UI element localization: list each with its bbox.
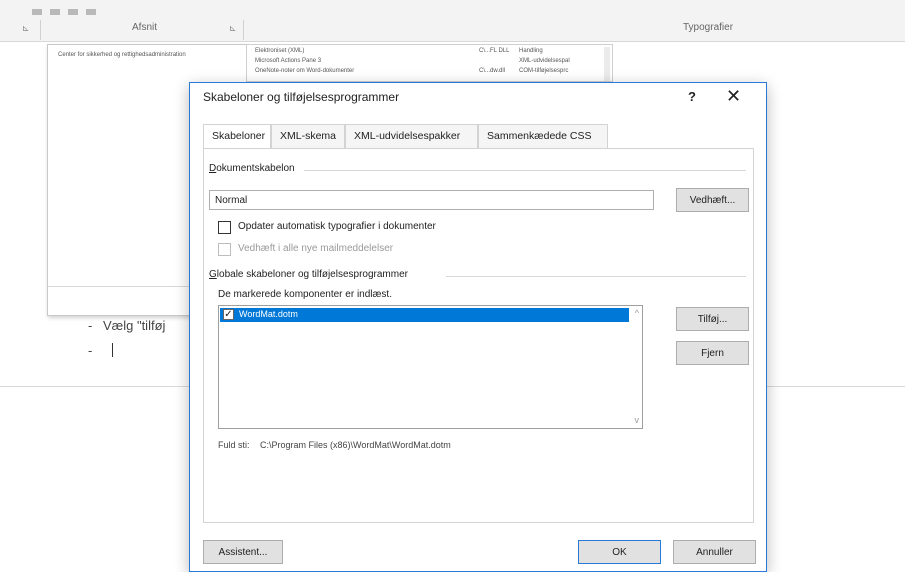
label-text: lobale skabeloner og tilføjelsesprogramm…	[216, 269, 408, 280]
toolbar-icon[interactable]	[50, 9, 60, 15]
toolbar-icon[interactable]	[68, 9, 78, 15]
toolbar-icon[interactable]	[32, 9, 42, 15]
addin-name: Elektroniset (XML)	[255, 48, 305, 54]
scroll-up-icon[interactable]: ^	[635, 308, 639, 318]
addin-location: C\...dw.dll	[479, 68, 506, 74]
bullet-marker: -	[88, 343, 93, 358]
full-path-label: Fuld sti:	[218, 440, 250, 450]
loaded-note: De markerede komponenter er indlæst.	[218, 289, 392, 300]
full-path-value: C:\Program Files (x86)\WordMat\WordMat.d…	[260, 440, 451, 450]
paragraph-launcher-icon[interactable]: ⊾	[229, 23, 237, 34]
tab-templates[interactable]: Skabeloner	[203, 124, 271, 149]
addin-name: OneNote-noter om Word-dokumenter	[255, 68, 355, 74]
text-cursor	[112, 343, 113, 357]
group-label-paragraph: Afsnit	[132, 22, 158, 33]
section-rule	[446, 276, 746, 277]
addin-type: XML-udvidelsespal	[519, 58, 570, 64]
close-icon[interactable]: ✕	[726, 86, 741, 107]
organizer-button[interactable]: Assistent...	[203, 540, 283, 564]
attach-button[interactable]: Vedhæft...	[676, 188, 749, 212]
bullet-marker: -	[88, 318, 93, 333]
addin-type: COM-tilføjelsesprc	[519, 68, 569, 74]
group-divider	[40, 20, 41, 40]
ribbon-toolbar-icons	[32, 2, 122, 15]
accel-key: G	[209, 269, 217, 280]
help-button[interactable]: ?	[688, 89, 696, 104]
addin-location: C\...FL DLL	[479, 48, 510, 54]
auto-update-styles-label[interactable]: Opdater automatisk typografier i dokumen…	[238, 221, 436, 232]
document-text-line[interactable]: Vælg "tilføj	[103, 318, 165, 333]
dialog-title: Skabeloner og tilføjelsesprogrammer	[203, 90, 400, 104]
label-text: okumentskabelon	[216, 163, 295, 174]
group-divider	[243, 20, 244, 40]
remove-button[interactable]: Fjern	[676, 341, 749, 365]
auto-update-styles-checkbox[interactable]	[218, 221, 231, 234]
document-template-label: Dokumentskabelon	[209, 163, 295, 174]
global-templates-list[interactable]: ✓ WordMat.dotm ^ v	[218, 305, 643, 429]
panel-item[interactable]: Center for sikkerhed og rettighedsadmini…	[58, 52, 186, 58]
section-rule	[304, 170, 746, 171]
scroll-down-icon[interactable]: v	[635, 415, 640, 425]
item-checkbox[interactable]: ✓	[223, 309, 234, 320]
attach-to-mail-checkbox	[218, 243, 231, 256]
tab-linked-css[interactable]: Sammenkædede CSS	[478, 124, 608, 148]
list-item-label[interactable]: WordMat.dotm	[239, 309, 298, 319]
templates-tab-panel: Dokumentskabelon Normal Vedhæft... Opdat…	[203, 148, 754, 523]
group-launcher-icon[interactable]: ⊾	[22, 23, 30, 34]
tab-xml-schema[interactable]: XML-skema	[271, 124, 345, 148]
group-label-styles: Typografier	[683, 22, 734, 33]
add-button[interactable]: Tilføj...	[676, 307, 749, 331]
background-addins-list: Elektroniset (XML) C\...FL DLL Handling …	[246, 44, 613, 82]
list-item[interactable]: ✓ WordMat.dotm	[220, 308, 629, 322]
ribbon-top-strip	[0, 0, 905, 18]
addin-type: Handling	[519, 48, 543, 54]
cancel-button[interactable]: Annuller	[673, 540, 756, 564]
ribbon-group-labels: ⊾ Afsnit ⊾ Typografier	[0, 18, 905, 42]
document-template-input[interactable]: Normal	[209, 190, 654, 210]
addin-name: Microsoft Actions Pane 3	[255, 58, 322, 64]
toolbar-icon[interactable]	[86, 9, 96, 15]
ok-button[interactable]: OK	[578, 540, 661, 564]
templates-addins-dialog: Skabeloner og tilføjelsesprogrammer ? ✕ …	[189, 82, 767, 572]
global-templates-label: Globale skabeloner og tilføjelsesprogram…	[209, 269, 408, 280]
background-scrollbar[interactable]	[604, 47, 610, 81]
attach-to-mail-label: Vedhæft i alle nye mailmeddelelser	[238, 243, 394, 254]
tab-xml-expansion-packs[interactable]: XML-udvidelsespakker	[345, 124, 478, 148]
